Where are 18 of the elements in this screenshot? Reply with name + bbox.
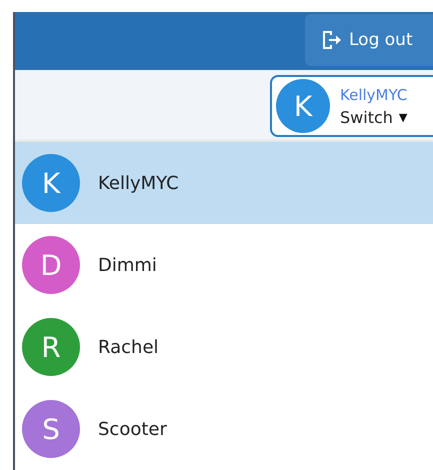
avatar: D: [22, 236, 80, 294]
account-name: KellyMYC: [98, 172, 179, 194]
account-switcher[interactable]: K KellyMYC Switch ▼: [270, 75, 433, 138]
switch-label: Switch: [340, 108, 393, 127]
avatar: R: [22, 318, 80, 376]
account-name: Scooter: [98, 418, 167, 440]
account-name: Rachel: [98, 336, 159, 358]
account-item[interactable]: K KellyMYC: [15, 142, 433, 224]
account-name: Dimmi: [98, 254, 157, 276]
avatar: K: [22, 154, 80, 212]
caret-icon: ▼: [398, 110, 408, 124]
account-item[interactable]: S Scooter: [15, 388, 433, 470]
avatar: S: [22, 400, 80, 458]
account-item[interactable]: D Dimmi: [15, 224, 433, 306]
avatar: K: [276, 79, 330, 134]
account-name: KellyMYC: [340, 86, 408, 104]
logout-button[interactable]: Log out: [305, 14, 433, 66]
account-item[interactable]: R Rachel: [15, 306, 433, 388]
